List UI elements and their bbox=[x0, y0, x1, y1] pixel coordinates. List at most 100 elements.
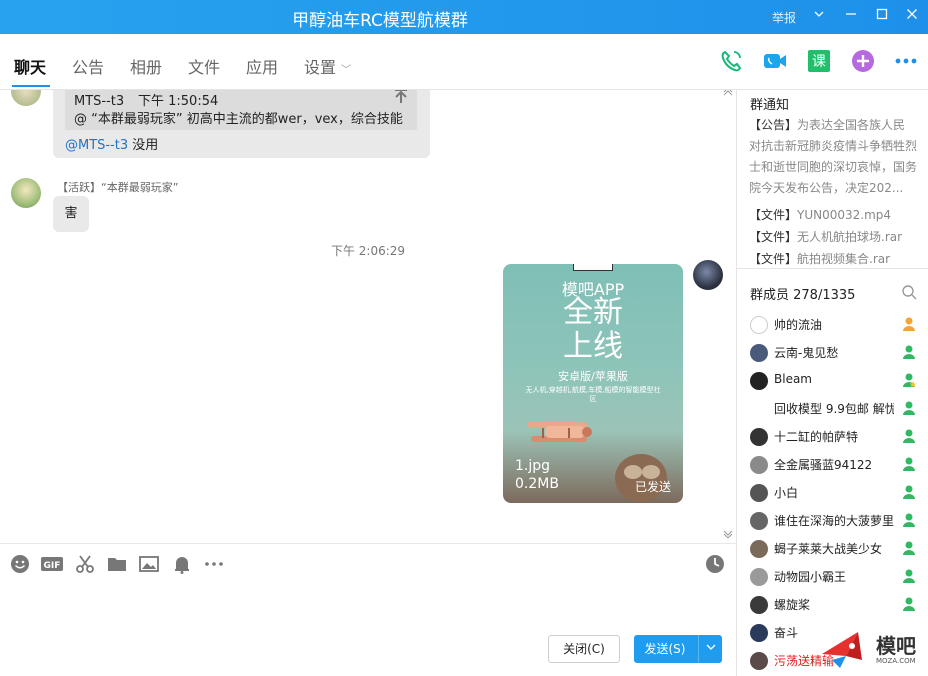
send-button-label[interactable]: 发送(S) bbox=[634, 635, 696, 663]
bell-icon[interactable] bbox=[172, 554, 192, 574]
add-app-icon[interactable] bbox=[851, 49, 875, 73]
window-title: 甲醇油车RC模型航模群 bbox=[292, 11, 468, 31]
member-row[interactable]: Bleam bbox=[737, 367, 928, 395]
tab-settings[interactable]: 设置 ﹀ bbox=[304, 54, 351, 78]
admin-person-icon bbox=[901, 596, 917, 612]
scroll-down-icon[interactable] bbox=[723, 530, 733, 541]
admin-person-icon bbox=[901, 400, 917, 416]
member-row[interactable]: 谁住在深海的大菠萝里 bbox=[737, 507, 928, 535]
tab-chat[interactable]: 聊天 bbox=[14, 54, 46, 78]
owner-person-icon bbox=[901, 316, 917, 332]
notice-title: 群通知 bbox=[750, 98, 790, 113]
quote-time: 下午 1:50:54 bbox=[138, 94, 219, 109]
image-message[interactable]: 模吧APP 全新 上线 安卓版/苹果版 无人机,穿越机,航模,车模,船模的智能模… bbox=[503, 264, 683, 503]
chevron-down-icon[interactable] bbox=[811, 7, 827, 25]
reply-text: @MTS--t3 没用 bbox=[65, 134, 158, 153]
member-name: 小白 bbox=[774, 486, 799, 500]
admin-person-icon bbox=[901, 428, 917, 444]
member-name: 蝎子莱莱大战美少女 bbox=[774, 542, 883, 556]
classroom-icon[interactable]: 课 bbox=[807, 49, 831, 73]
image-file-name: 1.jpg bbox=[515, 458, 551, 474]
member-level-badge: 【活跃】 bbox=[57, 181, 101, 194]
report-link[interactable]: 举报 bbox=[772, 9, 796, 26]
close-button[interactable]: 关闭(C) bbox=[548, 635, 620, 663]
emoji-icon[interactable] bbox=[10, 554, 30, 574]
tab-files[interactable]: 文件 bbox=[188, 54, 220, 78]
avatar[interactable] bbox=[693, 260, 723, 290]
member-row[interactable]: 帅的流油 bbox=[737, 311, 928, 339]
member-name: 谁住在深海的大菠萝里 bbox=[774, 514, 894, 528]
mention-link[interactable]: @MTS--t3 bbox=[65, 138, 128, 153]
avatar bbox=[750, 596, 768, 614]
timestamp-text: 下午 2:06:29 bbox=[330, 244, 406, 258]
member-row[interactable]: 回收模型 9.9包邮 解忧 bbox=[737, 395, 928, 423]
gif-icon[interactable]: GIF bbox=[40, 554, 64, 574]
maximize-icon[interactable] bbox=[874, 7, 890, 25]
chevron-down-icon[interactable] bbox=[698, 635, 722, 663]
chat-history[interactable]: MTS--t3 下午 1:50:54 @ “本群最弱玩家” 初高中主流的都wer… bbox=[0, 90, 736, 542]
promo-platforms: 安卓版/苹果版 bbox=[558, 370, 628, 383]
member-name: Bleam bbox=[774, 372, 812, 386]
member-name: 帅的流油 bbox=[774, 318, 823, 332]
admin-person-icon bbox=[901, 540, 917, 556]
member-row[interactable]: 动物园小霸王 bbox=[737, 563, 928, 591]
video-call-icon[interactable] bbox=[763, 49, 787, 73]
notice-body[interactable]: 【公告】为表达全国各族人民对抗击新冠肺炎疫情斗争牺牲烈士和逝世同胞的深切哀悼，国… bbox=[749, 115, 917, 199]
file-item[interactable]: 【文件】无人机航拍球场.rar bbox=[749, 228, 902, 245]
tab-album[interactable]: 相册 bbox=[130, 54, 162, 78]
avatar[interactable] bbox=[11, 90, 41, 106]
avatar bbox=[750, 540, 768, 558]
more-icon[interactable] bbox=[894, 49, 918, 73]
more-tools-icon[interactable] bbox=[204, 554, 224, 574]
message-input[interactable] bbox=[0, 585, 736, 630]
folder-icon[interactable] bbox=[107, 554, 127, 574]
image-icon[interactable] bbox=[139, 554, 159, 574]
logo-domain-text: MOZA.COM bbox=[876, 657, 916, 665]
avatar[interactable] bbox=[11, 178, 41, 208]
admin-star-person-icon bbox=[901, 372, 917, 388]
quote-text: @ “本群最弱玩家” 初高中主流的都wer，vex，综合技能 bbox=[74, 112, 403, 127]
image-file-size: 0.2MB bbox=[515, 476, 559, 492]
avatar bbox=[750, 624, 768, 642]
sender-name[interactable]: “本群最弱玩家” bbox=[101, 181, 178, 194]
scroll-up-icon[interactable] bbox=[723, 90, 733, 99]
quoted-message[interactable]: MTS--t3 下午 1:50:54 @ “本群最弱玩家” 初高中主流的都wer… bbox=[65, 90, 417, 130]
send-button[interactable]: 发送(S) bbox=[634, 635, 722, 663]
member-row[interactable]: 螺旋桨 bbox=[737, 591, 928, 619]
tab-settings-label: 设置 bbox=[304, 58, 337, 77]
divider bbox=[737, 268, 928, 269]
logo-brand-text: 模吧 bbox=[876, 634, 916, 658]
member-name: 动物园小霸王 bbox=[774, 570, 847, 584]
svg-text:GIF: GIF bbox=[44, 561, 61, 571]
screenshot-scissors-icon[interactable] bbox=[75, 554, 95, 574]
message-bubble[interactable]: 害 bbox=[53, 196, 89, 232]
minimize-icon[interactable] bbox=[843, 7, 859, 25]
member-row[interactable]: 蝎子莱莱大战美少女 bbox=[737, 535, 928, 563]
file-name: 航拍视频集合.rar bbox=[797, 252, 891, 266]
biplane-icon bbox=[527, 422, 592, 442]
search-icon[interactable] bbox=[901, 284, 917, 300]
member-row[interactable]: 十二缸的帕萨特 bbox=[737, 423, 928, 451]
member-row[interactable]: 小白 bbox=[737, 479, 928, 507]
admin-person-icon bbox=[901, 456, 917, 472]
tab-announcements[interactable]: 公告 bbox=[72, 54, 104, 78]
close-icon[interactable] bbox=[904, 7, 920, 25]
tab-apps[interactable]: 应用 bbox=[246, 54, 278, 78]
member-name: 螺旋桨 bbox=[774, 598, 811, 612]
members-title: 群成员 278/1335 bbox=[750, 288, 856, 303]
member-row[interactable]: 全金属骚蓝94122 bbox=[737, 451, 928, 479]
promo-headline-1: 全新 bbox=[563, 295, 623, 330]
member-name: 云南-鬼见愁 bbox=[774, 346, 839, 360]
quote-reply-bubble[interactable]: MTS--t3 下午 1:50:54 @ “本群最弱玩家” 初高中主流的都wer… bbox=[53, 90, 430, 158]
file-item[interactable]: 【文件】YUN00032.mp4 bbox=[749, 206, 891, 223]
file-name: 无人机航拍球场.rar bbox=[797, 230, 903, 244]
member-row[interactable]: 云南-鬼见愁 bbox=[737, 339, 928, 367]
moza-logo: 模吧 MOZA.COM bbox=[818, 626, 922, 674]
avatar bbox=[750, 316, 768, 334]
send-status: 已发送 bbox=[635, 480, 672, 494]
file-item[interactable]: 【文件】航拍视频集合.rar bbox=[749, 250, 890, 267]
avatar bbox=[750, 400, 768, 418]
phone-call-icon[interactable] bbox=[719, 49, 743, 73]
pin-icon[interactable] bbox=[393, 90, 409, 110]
history-clock-icon[interactable] bbox=[705, 554, 725, 574]
